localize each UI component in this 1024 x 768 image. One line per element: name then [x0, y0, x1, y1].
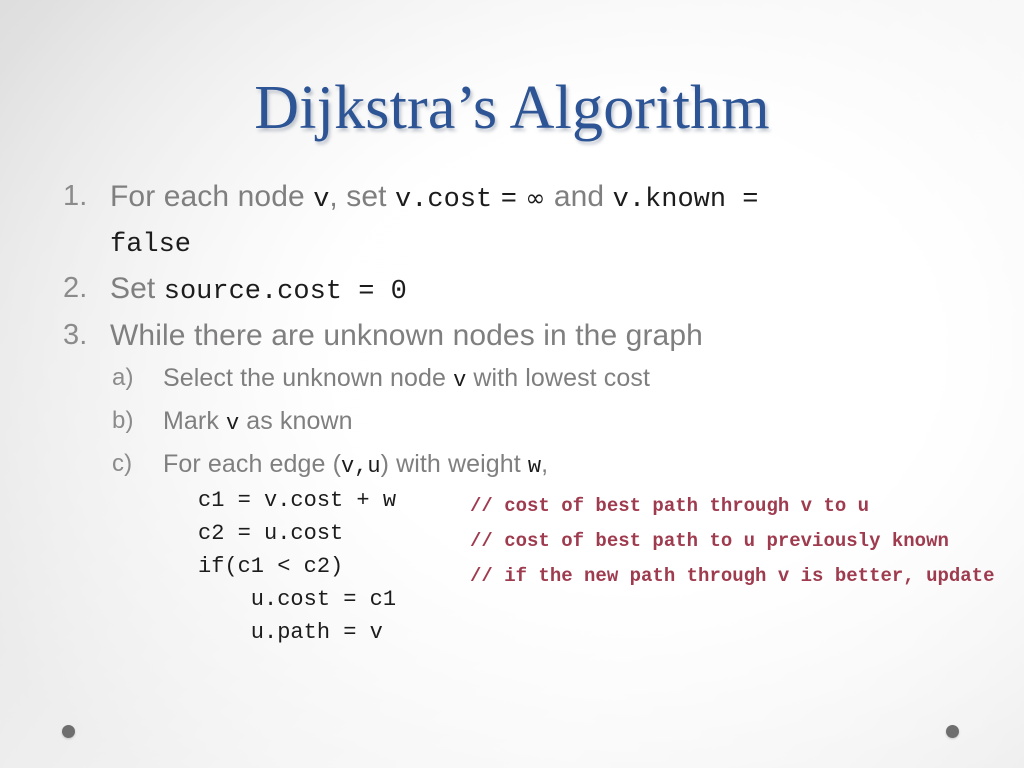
item3a-text-part2: with lowest cost — [466, 364, 651, 392]
decorative-dot-right — [946, 725, 959, 738]
item3a-code-v: v — [453, 368, 467, 393]
item3a-text-part1: Select the unknown node — [163, 364, 454, 392]
item1-code-vknown: v.known = — [612, 185, 759, 215]
decorative-dot-left — [62, 725, 75, 738]
item1-space-1 — [492, 180, 500, 213]
slide-canvas: Dijkstra’s Algorithm 1. For each node v, … — [0, 0, 1024, 768]
item1-code-false: false — [110, 230, 192, 260]
code-comments: // cost of best path through v to u // c… — [470, 495, 995, 587]
list-marker-3a: a) — [112, 364, 134, 391]
item3-text: While there are unknown nodes in the gra… — [110, 319, 703, 352]
list-item-3c: c) For each edge (v,u) with weight w, — [58, 444, 1024, 487]
list-marker-2: 2. — [63, 272, 88, 304]
list-item-2: 2. Set source.cost = 0 — [58, 268, 1024, 313]
item1-code-v: v — [313, 185, 330, 215]
item3b-code-v: v — [226, 411, 240, 436]
item1-text-part2: , set — [329, 180, 396, 213]
item2-text-set: Set — [110, 272, 164, 305]
code-block: c1 = v.cost + w c2 = u.cost if(c1 < c2) … — [198, 488, 397, 645]
list-marker-3c: c) — [112, 450, 133, 477]
list-item-3b: b) Mark v as known — [58, 401, 1024, 444]
infinity-symbol: ∞ — [525, 184, 546, 212]
page-title: Dijkstra’s Algorithm — [254, 74, 770, 142]
item3c-text-part3: , — [541, 450, 549, 478]
list-marker-3b: b) — [112, 407, 134, 434]
list-marker-1: 1. — [63, 180, 88, 212]
code-and-comments: c1 = v.cost + w c2 = u.cost if(c1 < c2) … — [0, 484, 1024, 654]
item3c-text-part1: For each edge ( — [163, 450, 341, 478]
item3c-code-w: w — [527, 454, 542, 479]
item1-text-and: and — [545, 180, 613, 213]
item3b-text-part2: as known — [239, 407, 353, 435]
item1-code-equals: = — [500, 185, 517, 215]
list-item-3: 3. While there are unknown nodes in the g… — [58, 315, 1024, 356]
item3c-text-part2: ) with weight — [380, 450, 528, 478]
item1-code-vcost: v.cost — [395, 185, 493, 215]
item1-text-part1: For each node — [110, 180, 314, 213]
list-item-3a: a) Select the unknown node v with lowest … — [58, 358, 1024, 401]
item3c-code-vu: v,u — [341, 454, 381, 479]
item3b-text-part1: Mark — [163, 407, 226, 435]
list-marker-3: 3. — [63, 319, 88, 351]
list-item-1: 1. For each node v, set v.cost = ∞ and v.… — [58, 176, 1024, 266]
item2-code-sourcecost: source.cost = 0 — [163, 277, 407, 307]
outline-list: 1. For each node v, set v.cost = ∞ and v.… — [58, 176, 1024, 487]
